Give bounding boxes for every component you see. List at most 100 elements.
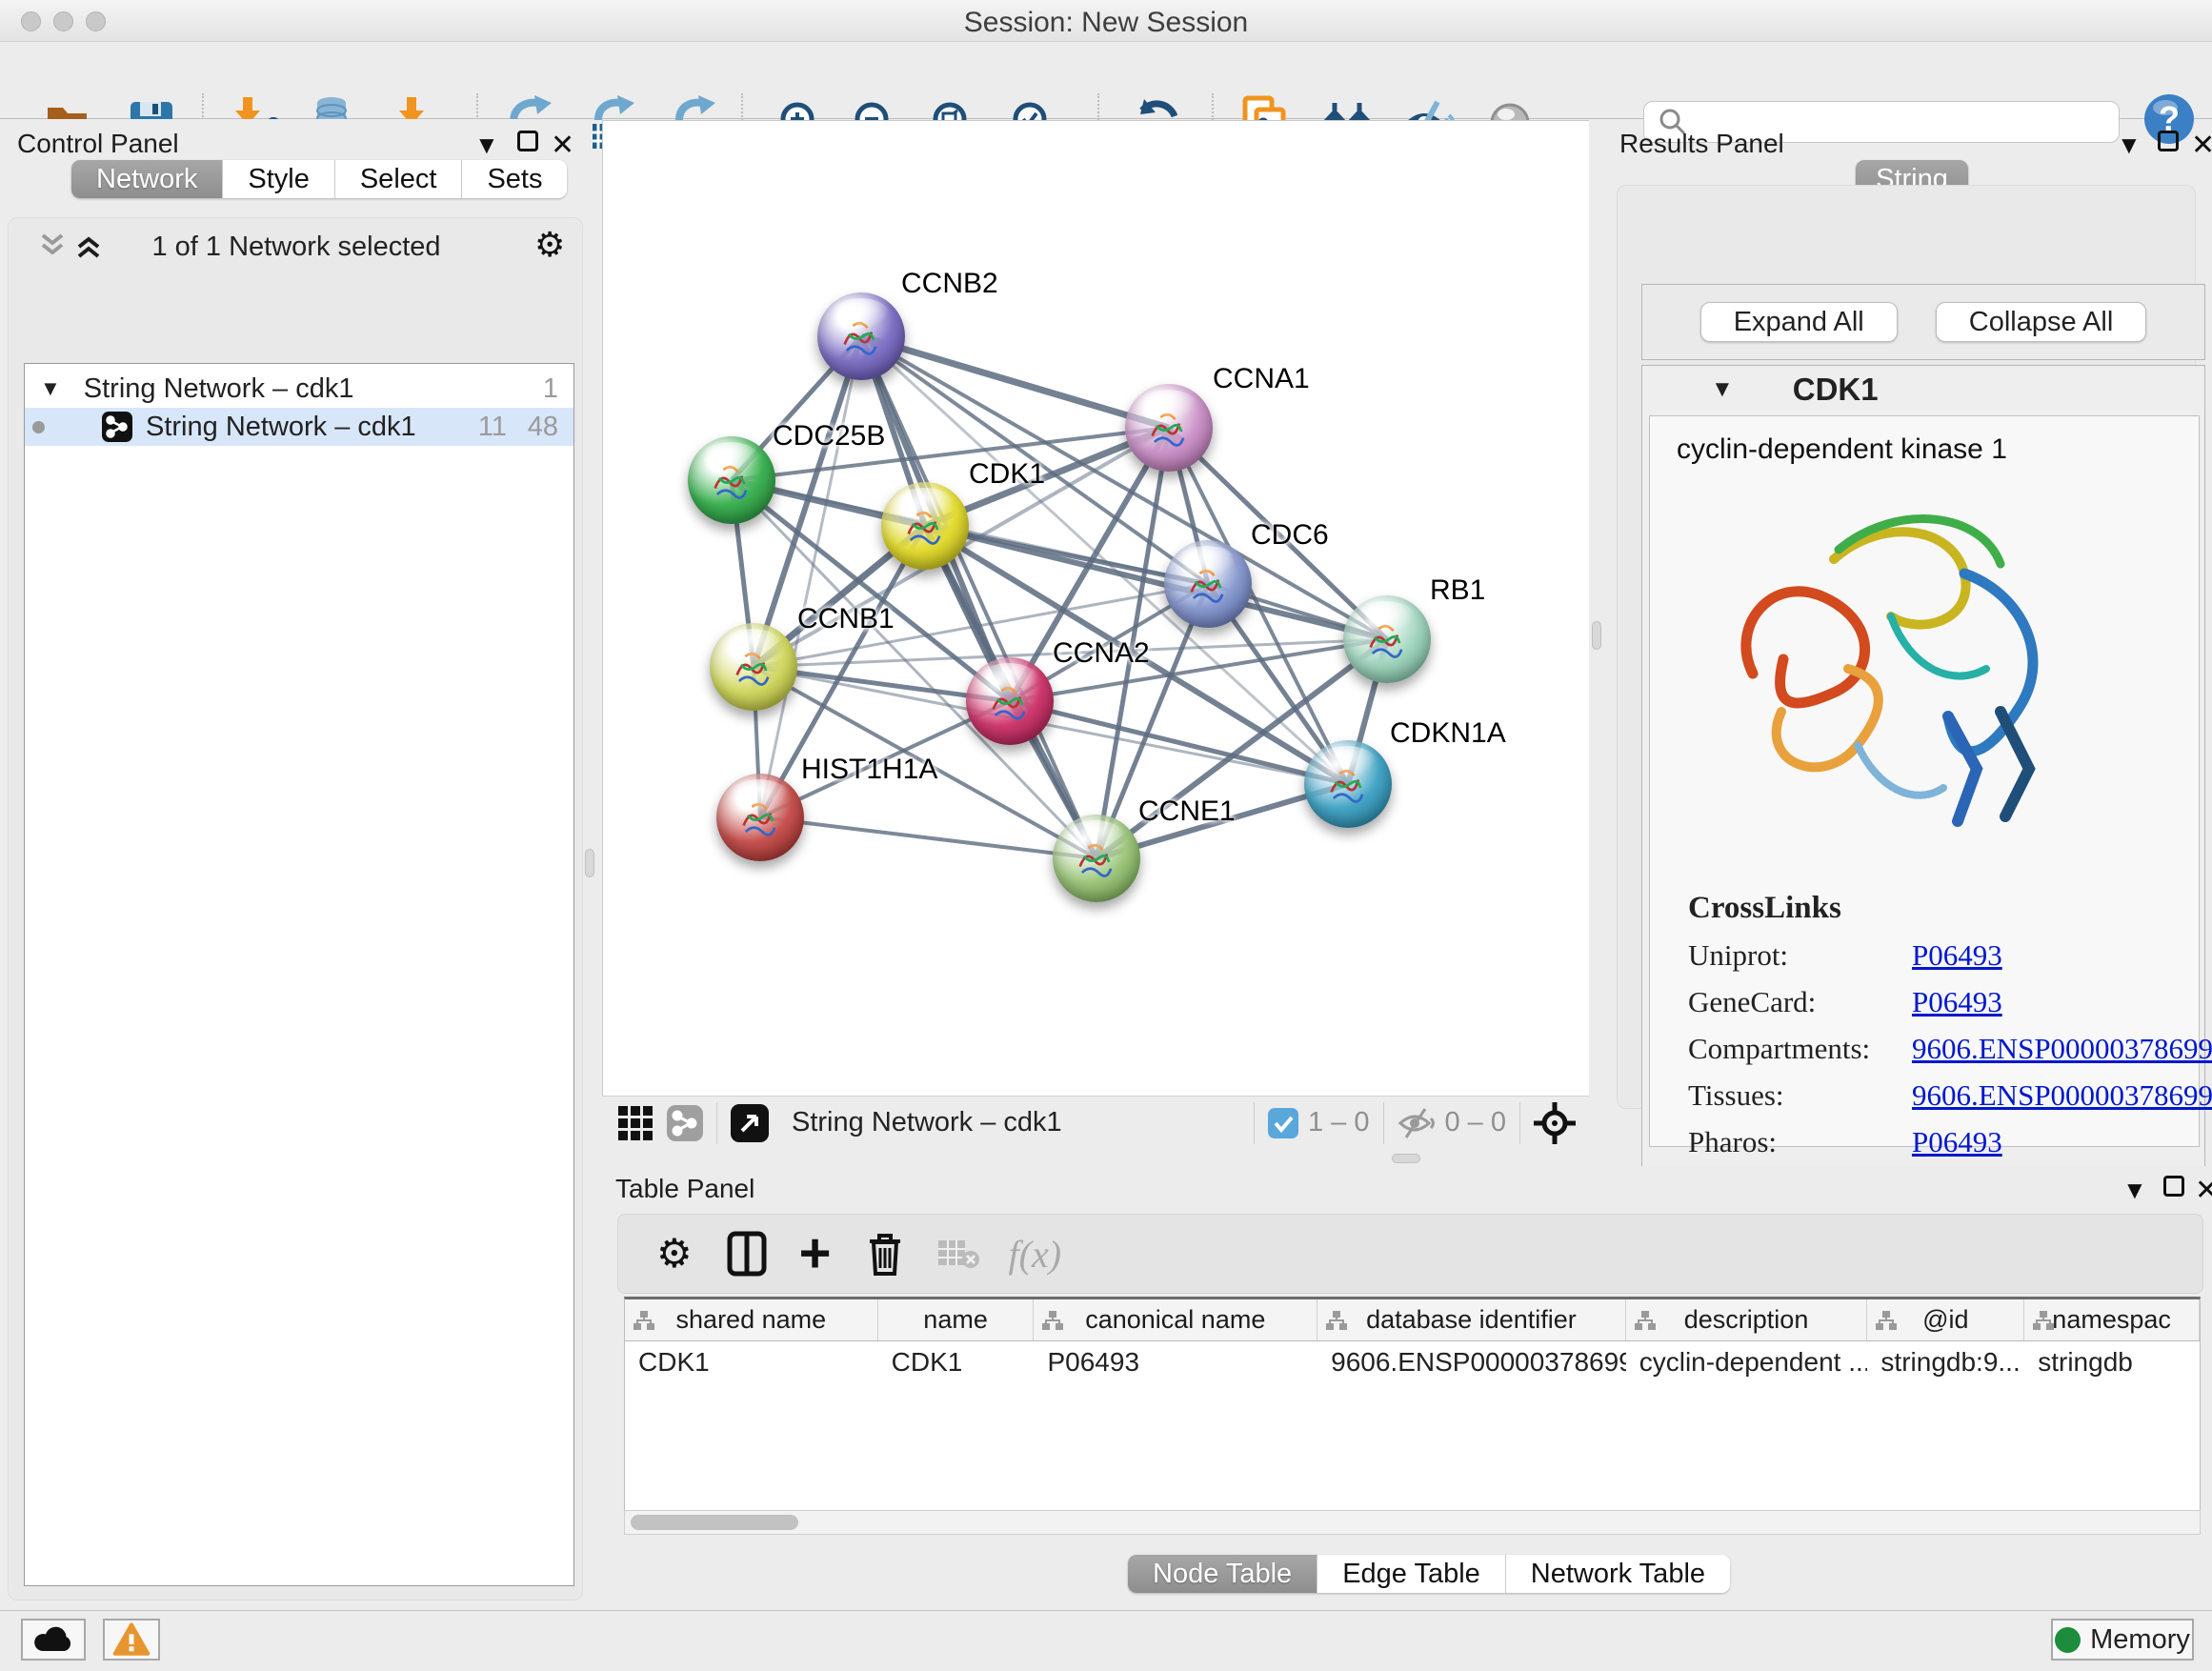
panel-menu-icon[interactable]: ▼ <box>474 131 499 160</box>
table-menu-icon[interactable]: ▼ <box>2122 1176 2147 1205</box>
network-node-ccna1[interactable] <box>1125 384 1213 472</box>
network-node-cdkn1a[interactable] <box>1304 740 1392 828</box>
birdseye-view-icon[interactable] <box>731 1104 769 1142</box>
network-node-label: RB1 <box>1430 574 1485 607</box>
network-node-cdk1[interactable] <box>881 482 969 570</box>
control-panel-title: Control Panel <box>17 129 179 159</box>
collapse-all-button[interactable]: Collapse All <box>1936 302 2147 342</box>
results-panel: Results Panel ▼ ✕ String Expand All Coll… <box>1600 119 2212 1167</box>
tab-node-table[interactable]: Node Table <box>1128 1555 1317 1593</box>
network-row-selected[interactable]: String Network – cdk1 11 48 <box>25 408 573 446</box>
node-table: shared namenamecanonical namedatabase id… <box>624 1297 2201 1510</box>
column-header-database-identifier[interactable]: database identifier <box>1317 1299 1626 1340</box>
memory-button[interactable]: Memory <box>2051 1619 2194 1661</box>
table-row[interactable]: CDK1CDK1P064939606.ENSP00000378699cyclin… <box>625 1341 2200 1383</box>
control-panel: Control Panel ▼ ✕ Network Style Select S… <box>0 119 593 1610</box>
selected-node-edge-count: 1 – 0 <box>1308 1107 1370 1138</box>
close-panel-icon[interactable]: ✕ <box>551 129 574 162</box>
column-header-shared-name[interactable]: shared name <box>625 1299 878 1340</box>
tab-sets[interactable]: Sets <box>462 160 567 198</box>
network-node-ccnb1[interactable] <box>710 623 797 711</box>
network-badge-gray-icon[interactable] <box>667 1105 703 1141</box>
crosslink-label: GeneCard: <box>1688 985 1912 1019</box>
network-edge[interactable] <box>861 336 1169 428</box>
network-node-rb1[interactable] <box>1343 595 1431 683</box>
network-node-cdc25b[interactable] <box>688 436 775 524</box>
tab-edge-table[interactable]: Edge Table <box>1317 1555 1506 1593</box>
scrollbar-thumb[interactable] <box>631 1515 798 1530</box>
memory-status-dot <box>2055 1627 2081 1653</box>
table-close-icon[interactable]: ✕ <box>2195 1174 2212 1207</box>
horizontal-splitter-handle[interactable] <box>1392 1154 1420 1163</box>
table-toolbar: ⚙ + f(x) <box>617 1214 2203 1294</box>
crosslink-genecard-link[interactable]: P06493 <box>1912 985 2002 1019</box>
column-header-name[interactable]: name <box>878 1299 1035 1340</box>
tab-network[interactable]: Network <box>71 160 223 198</box>
float-panel-icon[interactable] <box>517 129 538 158</box>
table-cell[interactable]: P06493 <box>1034 1341 1317 1383</box>
cloud-button[interactable] <box>21 1619 86 1661</box>
network-view-title: String Network – cdk1 <box>792 1107 1062 1138</box>
column-header-description[interactable]: description <box>1626 1299 1868 1340</box>
grid-view-icon[interactable] <box>617 1105 654 1141</box>
create-column-icon[interactable]: + <box>799 1235 832 1273</box>
crosslink-tissues-link[interactable]: 9606.ENSP00000378699 <box>1912 1078 2212 1113</box>
selected-checkbox-icon[interactable] <box>1268 1108 1298 1138</box>
tab-style[interactable]: Style <box>223 160 334 198</box>
table-float-icon[interactable] <box>2163 1174 2184 1203</box>
crosslink-label: Tissues: <box>1688 1078 1912 1113</box>
crosslink-uniprot-link[interactable]: P06493 <box>1912 938 2002 973</box>
column-header--id[interactable]: @id <box>1867 1299 2024 1340</box>
table-cell[interactable]: cyclin-dependent ... <box>1626 1341 1868 1383</box>
network-node-cdc6[interactable] <box>1164 540 1252 628</box>
window-titlebar: Session: New Session <box>0 0 2212 42</box>
table-cell[interactable]: CDK1 <box>878 1341 1035 1383</box>
network-node-label: CCNB2 <box>901 268 998 300</box>
crosslinks-title: CrossLinks <box>1688 891 2212 926</box>
network-node-hist1h1a[interactable] <box>716 774 804 861</box>
gene-name: CDK1 <box>1793 372 1879 408</box>
table-h-scrollbar[interactable] <box>624 1510 2201 1535</box>
results-float-icon[interactable] <box>2158 129 2179 158</box>
table-cell[interactable]: stringdb:9... <box>1867 1341 2024 1383</box>
table-cell[interactable]: 9606.ENSP00000378699 <box>1317 1341 1626 1383</box>
left-splitter-handle[interactable] <box>585 849 594 877</box>
memory-label: Memory <box>2090 1624 2190 1656</box>
network-node-ccne1[interactable] <box>1053 815 1140 902</box>
window-title: Session: New Session <box>0 7 2212 39</box>
delete-table-icon[interactable] <box>936 1237 980 1271</box>
warning-button[interactable] <box>103 1619 160 1661</box>
cloud-icon <box>32 1624 74 1655</box>
column-header-namespac[interactable]: namespac <box>2024 1299 2200 1340</box>
table-cell[interactable]: stringdb <box>2024 1341 2200 1383</box>
control-panel-tabs: Network Style Select Sets <box>71 160 567 198</box>
delete-column-trash-icon[interactable] <box>866 1231 904 1277</box>
function-builder-icon[interactable]: f(x) <box>1009 1232 1062 1277</box>
network-node-ccnb2[interactable] <box>817 292 905 380</box>
crosslink-pharos-link[interactable]: P06493 <box>1912 1125 2002 1159</box>
crosslink-label: Uniprot: <box>1688 938 1912 973</box>
network-node-label: CCNB1 <box>797 603 895 635</box>
protein-structure-image <box>1715 483 2115 874</box>
results-close-icon[interactable]: ✕ <box>2191 129 2212 162</box>
network-canvas[interactable]: CCNB2CCNA1CDC25BCDK1CDC6RB1CCNB1CCNA2CDK… <box>602 120 1589 1096</box>
tab-network-table[interactable]: Network Table <box>1506 1555 1730 1593</box>
table-settings-gear-icon[interactable]: ⚙ <box>656 1234 693 1274</box>
table-cell[interactable]: CDK1 <box>625 1341 878 1383</box>
entry-expander-icon[interactable]: ▼ <box>1711 376 1734 403</box>
hidden-eye-icon[interactable] <box>1398 1107 1436 1139</box>
expander-icon[interactable]: ▼ <box>40 376 61 401</box>
network-collection-row[interactable]: ▼ String Network – cdk1 1 <box>25 370 573 408</box>
expand-all-button[interactable]: Expand All <box>1700 302 1898 342</box>
column-display-icon[interactable] <box>727 1231 767 1277</box>
network-edge[interactable] <box>760 817 1096 858</box>
network-edge[interactable] <box>760 336 861 817</box>
results-menu-icon[interactable]: ▼ <box>2117 131 2142 160</box>
gene-entry-header[interactable]: ▼ CDK1 <box>1642 366 2204 413</box>
tab-select[interactable]: Select <box>335 160 463 198</box>
network-options-gear-icon[interactable]: ⚙ <box>534 228 565 262</box>
fit-selected-crosshair-icon[interactable] <box>1534 1102 1576 1144</box>
column-header-canonical-name[interactable]: canonical name <box>1034 1299 1317 1340</box>
crosslink-compartments-link[interactable]: 9606.ENSP00000378699 <box>1912 1032 2212 1066</box>
network-node-ccna2[interactable] <box>966 657 1054 745</box>
